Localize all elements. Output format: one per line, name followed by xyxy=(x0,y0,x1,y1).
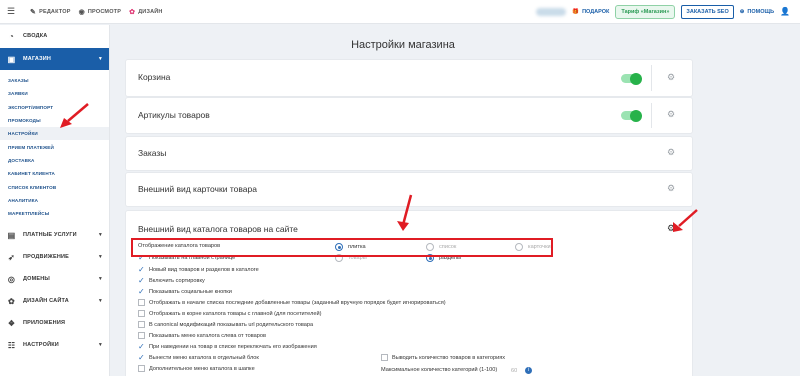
main-content: Настройки магазина Корзина ⚙ Артикулы то… xyxy=(111,25,800,376)
cart-toggle[interactable] xyxy=(621,72,642,85)
sidebar-sub-client-cabinet[interactable]: КАБИНЕТ КЛИЕНТА xyxy=(0,167,109,180)
checkbox[interactable] xyxy=(138,332,145,339)
pencil-icon: ✎ xyxy=(30,8,37,16)
sidebar-sub-delivery[interactable]: ДОСТАВКА xyxy=(0,154,109,167)
card-title: Артикулы товаров xyxy=(138,110,210,120)
preview-link[interactable]: ◉ ПРОСМОТР xyxy=(79,8,122,16)
option-count-in-categories[interactable]: Выводить количество товаров в категориях xyxy=(381,354,505,361)
max-categories-input[interactable]: 60 xyxy=(511,368,517,374)
sidebar: ◔ СВОДКА ▣ МАГАЗИН ▼ ЗАКАЗЫ ЗАЯВКИ ЭКСПОРТ/… xyxy=(0,25,110,376)
card-catalog-view: Внешний вид каталога товаров на сайте ⚙ … xyxy=(126,211,692,376)
order-seo-button[interactable]: ЗАКАЗАТЬ SEO xyxy=(681,4,734,19)
checkmark-icon: ✓ xyxy=(138,353,145,362)
sidebar-item-shop[interactable]: ▣ МАГАЗИН ▼ xyxy=(0,48,109,70)
card-cart: Корзина ⚙ xyxy=(126,60,692,96)
card-sku: Артикулы товаров ⚙ xyxy=(126,98,692,133)
checkmark-icon: ✓ xyxy=(138,276,145,285)
card-orders: Заказы ⚙ xyxy=(126,137,692,170)
checkbox[interactable] xyxy=(381,354,388,361)
checkbox[interactable] xyxy=(138,365,145,372)
sidebar-item-site-design[interactable]: ✿ ДИЗАЙН САЙТА ▼ xyxy=(0,290,109,312)
sidebar-item-domains[interactable]: ◎ ДОМЕНЫ ▼ xyxy=(0,268,109,290)
card-title: Корзина xyxy=(138,72,171,82)
top-bar: ☰ ✎ РЕДАКТОР ◉ ПРОСМОТР ✿ ДИЗАЙН 🎁 ПОДАРОК Т… xyxy=(0,0,800,24)
editor-link[interactable]: ✎ РЕДАКТОР xyxy=(30,8,71,16)
checkmark-icon: ✓ xyxy=(138,342,145,351)
sku-toggle[interactable] xyxy=(621,109,642,122)
sidebar-sub-payments[interactable]: ПРИЕМ ПЛАТЕЖЕЙ xyxy=(0,140,109,153)
palette-icon: ✿ xyxy=(8,296,15,306)
gift-link[interactable]: 🎁 ПОДАРОК xyxy=(572,9,609,15)
sidebar-item-settings[interactable]: ☷ НАСТРОЙКИ ▼ xyxy=(0,334,109,356)
highlight-box xyxy=(131,238,553,257)
user-name-blurred xyxy=(536,7,567,16)
gift-icon: 🎁 xyxy=(572,8,580,15)
max-categories-label: Максимальное количество категорий (1-100… xyxy=(381,367,498,373)
red-arrow-gear xyxy=(673,209,698,232)
chevron-down-icon: ▼ xyxy=(97,56,103,62)
info-icon[interactable]: i xyxy=(525,367,532,374)
option-latest-first[interactable]: Отображать в начале списка последние доб… xyxy=(138,299,446,306)
option-canonical[interactable]: В canonical модификаций показывать url р… xyxy=(138,321,313,328)
cart-icon: ▣ xyxy=(7,54,16,64)
sidebar-item-summary[interactable]: ◔ СВОДКА xyxy=(0,25,109,47)
chevron-down-icon: ▼ xyxy=(97,276,103,283)
gear-icon[interactable]: ⚙ xyxy=(667,183,675,194)
sidebar-sub-requests[interactable]: ЗАЯВКИ xyxy=(0,87,109,100)
chevron-down-icon: ▼ xyxy=(97,254,103,261)
globe-icon: ◎ xyxy=(7,274,16,284)
option-hover-images[interactable]: ✓ При наведении на товар в списке переклю… xyxy=(138,342,317,351)
option-sorting[interactable]: ✓ Включить сортировку xyxy=(138,276,205,285)
chevron-down-icon: ▼ xyxy=(97,342,103,349)
option-social[interactable]: ✓ Показывать социальные кнопки xyxy=(138,287,232,296)
rocket-icon: ➶ xyxy=(8,252,15,262)
sidebar-item-apps[interactable]: ❖ ПРИЛОЖЕНИЯ xyxy=(0,312,109,334)
option-header-menu[interactable]: Дополнительное меню каталога в шапке xyxy=(138,365,255,372)
red-arrow-sidebar xyxy=(60,103,89,128)
sliders-icon: ☷ xyxy=(7,340,16,350)
sidebar-item-promo[interactable]: ➶ ПРОДВИЖЕНИЕ ▼ xyxy=(0,246,109,268)
user-icon[interactable]: 👤 xyxy=(780,7,790,16)
wallet-icon: ▤ xyxy=(7,230,16,240)
sidebar-item-paid[interactable]: ▤ ПЛАТНЫЕ УСЛУГИ ▼ xyxy=(0,224,109,246)
card-title: Внешний вид каталога товаров на сайте xyxy=(138,224,298,234)
sidebar-sub-marketplaces[interactable]: МАРКЕТПЛЕЙСЫ xyxy=(0,207,109,220)
chevron-down-icon: ▼ xyxy=(97,232,103,239)
card-title: Внешний вид карточки товара xyxy=(138,184,257,194)
option-new-view[interactable]: ✓ Новый вид товаров и разделов в каталоге xyxy=(138,265,259,274)
checkbox[interactable] xyxy=(138,310,145,317)
checkmark-icon: ✓ xyxy=(138,287,145,296)
gear-icon[interactable]: ⚙ xyxy=(667,72,675,83)
checkmark-icon: ✓ xyxy=(138,265,145,274)
checkbox[interactable] xyxy=(138,321,145,328)
globe-icon: ⊕ xyxy=(739,8,745,15)
option-root-main[interactable]: Отображать в корне каталога товары с гла… xyxy=(138,310,321,317)
card-title: Заказы xyxy=(138,148,167,158)
tariff-badge[interactable]: Тариф «Магазин» xyxy=(615,4,676,19)
palette-icon: ✿ xyxy=(129,8,136,16)
help-link[interactable]: ⊕ ПОМОЩЬ xyxy=(740,9,774,15)
sidebar-sub-clients[interactable]: СПИСОК КЛИЕНТОВ xyxy=(0,180,109,193)
dashboard-icon: ◔ xyxy=(8,31,15,41)
chevron-down-icon: ▼ xyxy=(97,298,103,305)
apps-icon: ❖ xyxy=(7,318,16,328)
menu-icon[interactable]: ☰ xyxy=(0,6,22,17)
page-title: Настройки магазина xyxy=(351,39,455,51)
eye-icon: ◉ xyxy=(78,8,85,16)
gear-icon[interactable]: ⚙ xyxy=(667,109,675,120)
red-arrow-title xyxy=(397,194,413,231)
sidebar-sub-analytics[interactable]: АНАЛИТИКА xyxy=(0,194,109,207)
design-link[interactable]: ✿ ДИЗАЙН xyxy=(129,8,163,16)
gear-icon[interactable]: ⚙ xyxy=(667,147,675,158)
checkbox[interactable] xyxy=(138,299,145,306)
option-menu-block[interactable]: ✓ Вынести меню каталога в отдельный блок xyxy=(138,353,259,362)
sidebar-sub-orders[interactable]: ЗАКАЗЫ xyxy=(0,74,109,87)
option-menu-left[interactable]: Показывать меню каталога слева от товаро… xyxy=(138,332,266,339)
